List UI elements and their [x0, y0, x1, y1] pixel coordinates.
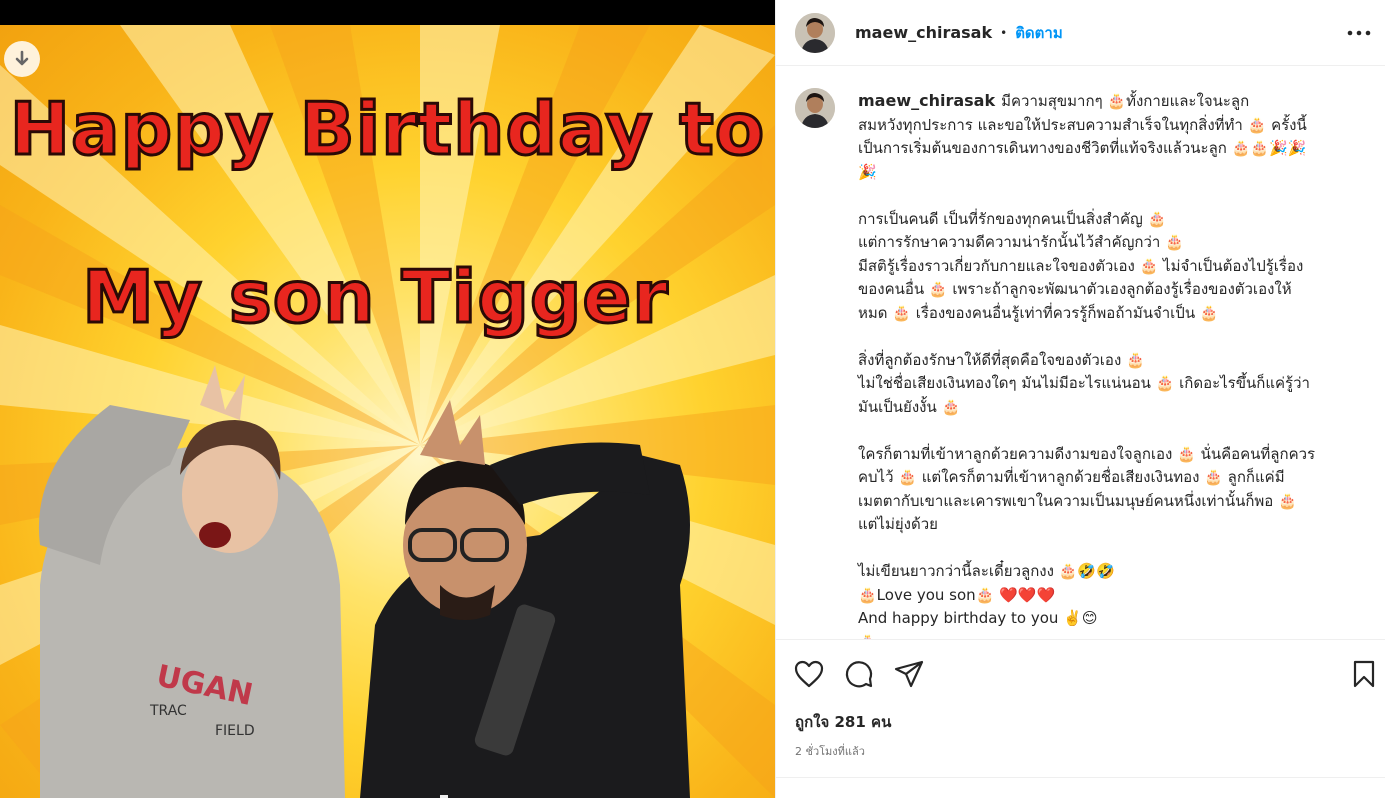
poster-people-illustration: UGAN TRAC FIELD — [38, 365, 690, 798]
bookmark-icon — [1353, 660, 1375, 688]
media-top-bar — [0, 0, 775, 25]
comment-icon — [845, 661, 873, 688]
birthday-poster-image: Happy Birthday to My son Tigger UGAN TRA… — [0, 25, 775, 798]
caption-paragraph-2: การเป็นคนดี เป็นที่รักของทุกคนเป็นสิ่งสำ… — [858, 209, 1304, 322]
post-timestamp[interactable]: 2 ชั่วโมงที่แล้ว — [795, 742, 865, 760]
caption-username[interactable]: maew_chirasak — [858, 91, 995, 110]
header-separator: • — [1000, 25, 1008, 40]
post-details-panel: maew_chirasak • ติดตาม maew_chirasak มีค… — [775, 0, 1385, 798]
caption-text: maew_chirasak มีความสุขมากๆ 🎂ทั้งกายและใจ… — [858, 89, 1368, 639]
svg-text:TRAC: TRAC — [149, 703, 187, 719]
follow-button[interactable]: ติดตาม — [1015, 21, 1063, 45]
caption-paragraph-1: maew_chirasak มีความสุขมากๆ 🎂ทั้งกายและใจ… — [858, 89, 1368, 184]
avatar-image — [795, 88, 835, 128]
instagram-post-window: Happy Birthday to My son Tigger UGAN TRA… — [0, 0, 1385, 798]
comment-divider — [776, 777, 1385, 778]
download-button[interactable] — [4, 41, 40, 77]
share-icon — [894, 660, 924, 688]
post-actions: ถูกใจ 281 คน 2 ชั่วโมงที่แล้ว — [776, 639, 1385, 798]
more-icon — [1347, 30, 1371, 36]
person-right-figure — [360, 400, 690, 798]
header-username[interactable]: maew_chirasak — [855, 23, 992, 42]
caption-paragraph-3: สิ่งที่ลูกต้องรักษาให้ดีที่สุดคือใจของตั… — [858, 350, 1310, 416]
caption-paragraph-4: ใครก็ตามที่เข้าหาลูกด้วยความดีงามของใจลู… — [858, 444, 1316, 534]
svg-text:FIELD: FIELD — [215, 723, 255, 739]
comment-button[interactable] — [843, 658, 875, 690]
person-left-figure: UGAN TRAC FIELD — [38, 365, 345, 798]
post-media[interactable]: Happy Birthday to My son Tigger UGAN TRA… — [0, 0, 775, 798]
share-button[interactable] — [893, 658, 925, 690]
more-options-button[interactable] — [1346, 20, 1372, 46]
caption-scroll-area[interactable]: maew_chirasak มีความสุขมากๆ 🎂ทั้งกายและใจ… — [776, 67, 1385, 639]
save-button[interactable] — [1348, 658, 1380, 690]
heart-icon — [794, 660, 824, 688]
caption-paragraph-5: ไม่เขียนยาวกว่านี้ละเดี๋ยวลูกงง 🎂🤣🤣 🎂Lov… — [858, 562, 1115, 639]
download-icon — [15, 50, 29, 66]
like-button[interactable] — [793, 658, 825, 690]
caption-avatar[interactable] — [795, 88, 835, 128]
post-header: maew_chirasak • ติดตาม — [776, 0, 1385, 66]
likes-count[interactable]: ถูกใจ 281 คน — [795, 710, 891, 734]
avatar[interactable] — [795, 12, 835, 53]
avatar-image — [795, 12, 835, 53]
